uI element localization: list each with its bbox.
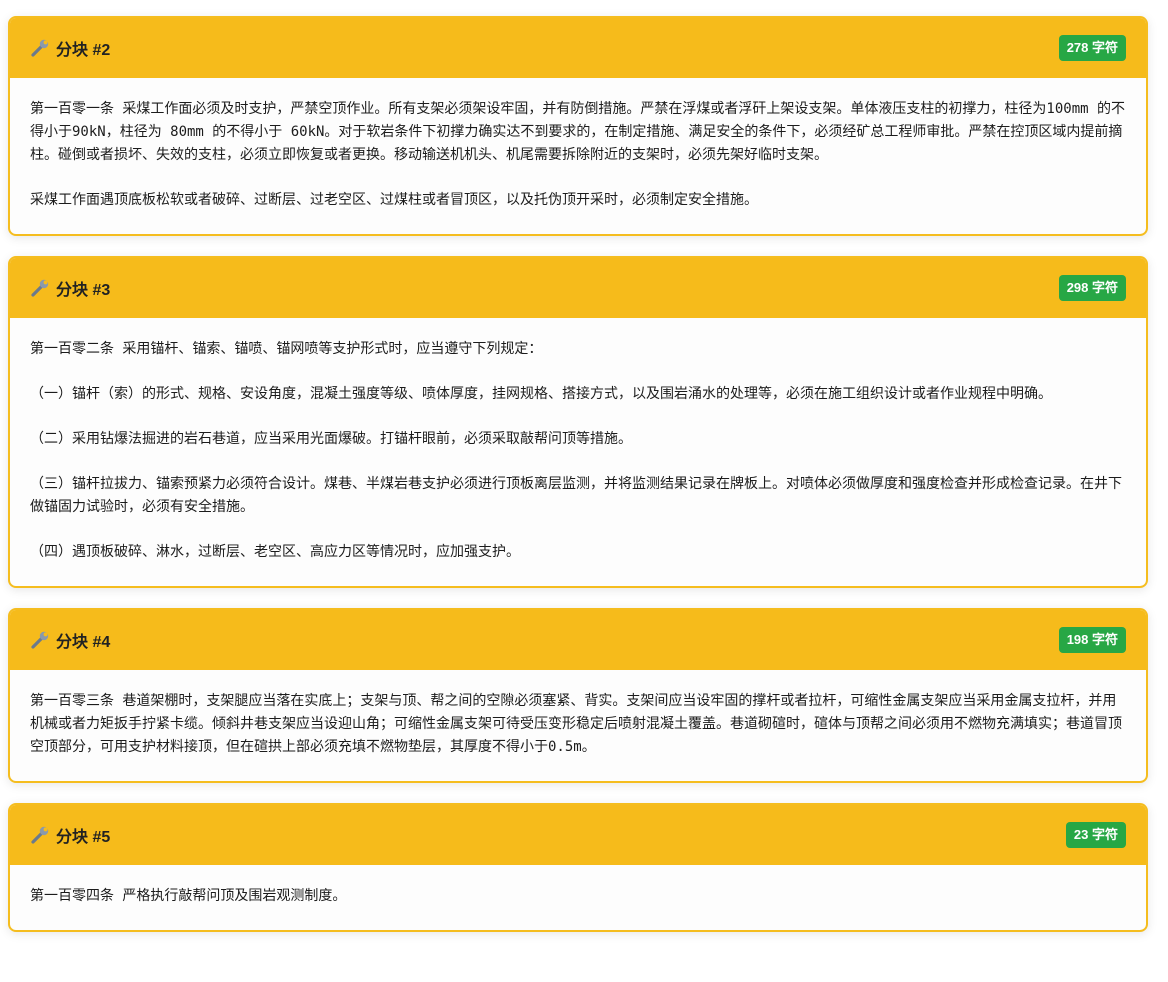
wrench-icon: [30, 825, 52, 845]
chunk-title: 分块 #3: [30, 276, 110, 300]
chunk-title-text: 分块 #4: [56, 634, 111, 651]
chunk-header: 分块 #4 198 字符: [10, 610, 1146, 670]
chunk-paragraph: （二）采用钻爆法掘进的岩石巷道，应当采用光面爆破。打锚杆眼前，必须采取敲帮问顶等…: [30, 431, 632, 447]
chunk-title-text: 分块 #5: [56, 829, 111, 846]
chunk-paragraph: 第一百零四条 严格执行敲帮问顶及围岩观测制度。: [30, 888, 347, 904]
chunk-card: 分块 #3 298 字符 第一百零二条 采用锚杆、锚索、锚喷、锚网喷等支护形式时…: [8, 256, 1148, 588]
chunk-header: 分块 #3 298 字符: [10, 258, 1146, 318]
chunk-header: 分块 #5 23 字符: [10, 805, 1146, 865]
chunk-paragraph: （一）锚杆（索）的形式、规格、安设角度，混凝土强度等级、喷体厚度，挂网规格、搭接…: [30, 386, 1052, 402]
chunk-body: 第一百零一条 采煤工作面必须及时支护，严禁空顶作业。所有支架必须架设牢固，并有防…: [10, 78, 1146, 234]
wrench-icon: [30, 278, 52, 298]
chunk-card: 分块 #5 23 字符 第一百零四条 严格执行敲帮问顶及围岩观测制度。: [8, 803, 1148, 932]
chunk-title-text: 分块 #3: [56, 282, 111, 299]
char-count-badge: 198 字符: [1058, 627, 1126, 653]
chunk-paragraph: 第一百零二条 采用锚杆、锚索、锚喷、锚网喷等支护形式时，应当遵守下列规定：: [30, 341, 543, 357]
chunk-header: 分块 #2 278 字符: [10, 18, 1146, 78]
char-count-badge: 23 字符: [1065, 822, 1126, 848]
chunk-title: 分块 #4: [30, 628, 110, 652]
chunk-body: 第一百零四条 严格执行敲帮问顶及围岩观测制度。: [10, 865, 1146, 930]
chunk-paragraph: （三）锚杆拉拔力、锚索预紧力必须符合设计。煤巷、半煤岩巷支护必须进行顶板离层监测…: [30, 476, 1122, 515]
wrench-icon: [30, 38, 52, 58]
wrench-icon: [30, 630, 52, 650]
chunk-paragraph: 采煤工作面遇顶底板松软或者破碎、过断层、过老空区、过煤柱或者冒顶区，以及托伪顶开…: [30, 192, 758, 208]
chunk-title-text: 分块 #2: [56, 42, 111, 59]
chunk-card: 分块 #4 198 字符 第一百零三条 巷道架棚时，支架腿应当落在实底上；支架与…: [8, 608, 1148, 783]
chunk-title: 分块 #2: [30, 36, 110, 60]
chunk-body: 第一百零二条 采用锚杆、锚索、锚喷、锚网喷等支护形式时，应当遵守下列规定： （一…: [10, 318, 1146, 586]
chunk-paragraph: 第一百零三条 巷道架棚时，支架腿应当落在实底上；支架与顶、帮之间的空隙必须塞紧、…: [30, 693, 1122, 755]
chunk-paragraph: 第一百零一条 采煤工作面必须及时支护，严禁空顶作业。所有支架必须架设牢固，并有防…: [30, 101, 1125, 163]
char-count-badge: 278 字符: [1058, 35, 1126, 61]
chunk-paragraph: （四）遇顶板破碎、淋水，过断层、老空区、高应力区等情况时，应加强支护。: [30, 544, 520, 560]
chunk-list: 分块 #2 278 字符 第一百零一条 采煤工作面必须及时支护，严禁空顶作业。所…: [8, 16, 1148, 952]
chunk-title: 分块 #5: [30, 823, 110, 847]
chunk-card: 分块 #2 278 字符 第一百零一条 采煤工作面必须及时支护，严禁空顶作业。所…: [8, 16, 1148, 236]
chunk-body: 第一百零三条 巷道架棚时，支架腿应当落在实底上；支架与顶、帮之间的空隙必须塞紧、…: [10, 670, 1146, 781]
char-count-badge: 298 字符: [1058, 275, 1126, 301]
